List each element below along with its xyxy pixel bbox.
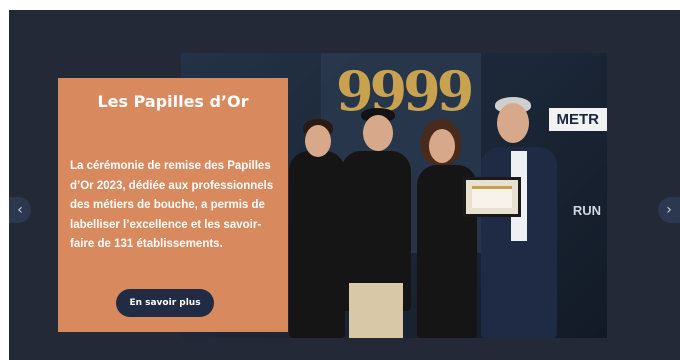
carousel-next-button[interactable]: ›	[658, 197, 680, 223]
hero-carousel: 9999 METR RUN Les Papilles d’Or La cérém…	[9, 10, 680, 360]
slide-title: Les Papilles d’Or	[97, 92, 249, 111]
award-diploma	[463, 177, 521, 217]
slide-caption-card: Les Papilles d’Or La cérémonie de remise…	[58, 78, 288, 332]
slide-description: La cérémonie de remise des Papilles d’Or…	[70, 160, 274, 250]
person-trousers	[349, 283, 403, 338]
sponsor-sign: METR	[548, 108, 607, 131]
sponsor-sign-side: RUN	[572, 203, 601, 218]
person-head	[497, 103, 529, 143]
learn-more-button[interactable]: En savoir plus	[116, 289, 214, 317]
person-head	[305, 125, 331, 157]
chevron-left-icon: ‹	[17, 202, 23, 218]
person-figure	[289, 151, 345, 338]
carousel-prev-button[interactable]: ‹	[9, 197, 31, 223]
chevron-right-icon: ›	[666, 202, 672, 218]
person-head	[429, 129, 455, 163]
backdrop-logo-number: 9999	[336, 59, 474, 123]
person-head	[363, 115, 393, 151]
